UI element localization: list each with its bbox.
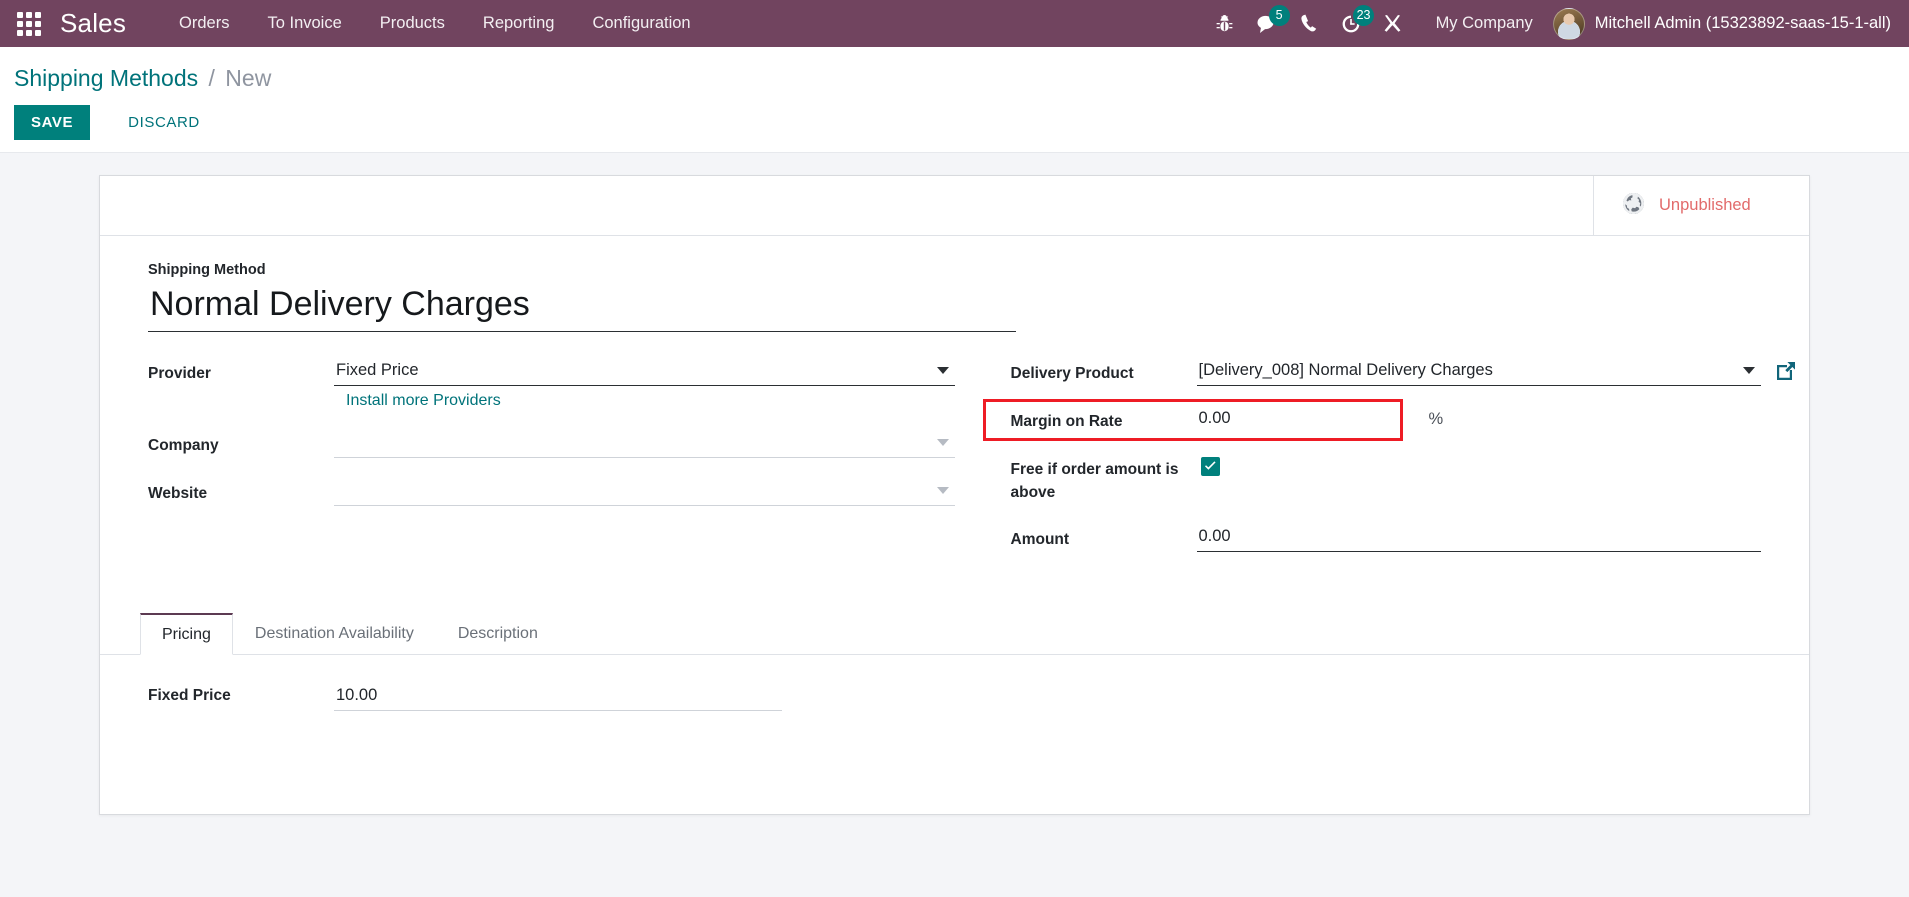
provider-label: Provider [148, 365, 211, 382]
menu-products[interactable]: Products [361, 0, 464, 47]
avatar [1552, 7, 1585, 40]
amount-input[interactable] [1196, 524, 1761, 552]
bug-icon[interactable] [1204, 0, 1246, 47]
fixed-price-value [334, 683, 782, 711]
form-columns: Provider Install more Providers Company [148, 358, 1795, 572]
field-company: Company [148, 430, 955, 458]
globe-icon [1622, 192, 1645, 220]
user-menu[interactable]: Mitchell Admin (15323892-saas-15-1-all) [1552, 7, 1899, 40]
free-if-above-label: Free if order amount is above [1010, 461, 1179, 501]
field-website: Website [148, 478, 955, 506]
margin-on-rate-label: Margin on Rate [1010, 413, 1123, 430]
chevron-down-icon[interactable] [936, 367, 949, 374]
title-block: Shipping Method [148, 262, 1761, 332]
shipping-method-label: Shipping Method [148, 262, 266, 278]
menu-configuration[interactable]: Configuration [573, 0, 709, 47]
chevron-down-icon[interactable] [936, 439, 949, 446]
menu-to-invoice[interactable]: To Invoice [248, 0, 360, 47]
apps-grid-icon[interactable] [12, 7, 46, 41]
free-if-above-value [1200, 454, 1762, 477]
fixed-price-label: Fixed Price [148, 687, 231, 704]
amount-label: Amount [1010, 531, 1070, 548]
company-switcher[interactable]: My Company [1414, 14, 1553, 33]
tab-description[interactable]: Description [436, 613, 560, 655]
publish-status-label: Unpublished [1659, 196, 1751, 214]
menu-orders[interactable]: Orders [160, 0, 248, 47]
chevron-down-icon[interactable] [1743, 367, 1755, 374]
fixed-price-input[interactable] [334, 683, 782, 711]
breadcrumb-current: New [225, 65, 272, 91]
amount-value [1196, 524, 1761, 552]
website-value [334, 478, 955, 506]
shipping-method-name-input[interactable] [148, 282, 1016, 332]
company-select-input[interactable] [334, 430, 955, 458]
top-navbar: Sales Orders To Invoice Products Reporti… [0, 0, 1909, 47]
messages-icon[interactable]: 5 [1246, 0, 1290, 47]
field-amount: Amount [1010, 524, 1761, 552]
discard-button[interactable]: DISCARD [110, 105, 218, 140]
field-provider: Provider Install more Providers [148, 358, 955, 410]
menu-reporting[interactable]: Reporting [464, 0, 574, 47]
form-column-right: Delivery Product [Delivery_008] Normal D… [955, 358, 1795, 572]
form-sheet: Unpublished Shipping Method Provider [99, 175, 1810, 815]
provider-value: Install more Providers [334, 358, 955, 410]
systray: 5 23 [1204, 0, 1414, 47]
margin-on-rate-value: % [1196, 406, 1762, 434]
app-brand-sales[interactable]: Sales [60, 8, 126, 39]
company-label: Company [148, 437, 219, 454]
margin-on-rate-input[interactable] [1196, 406, 1429, 434]
field-fixed-price: Fixed Price [148, 683, 1761, 711]
breadcrumb-shipping-methods[interactable]: Shipping Methods [14, 65, 198, 91]
free-if-above-checkbox[interactable] [1200, 457, 1220, 476]
website-select-input[interactable] [334, 478, 955, 506]
website-label: Website [148, 485, 208, 502]
form-view-area: Unpublished Shipping Method Provider [0, 153, 1909, 897]
tab-destination-availability[interactable]: Destination Availability [233, 613, 436, 655]
delivery-product-label: Delivery Product [1010, 365, 1134, 382]
save-button[interactable]: SAVE [14, 105, 91, 140]
percent-suffix: % [1428, 410, 1444, 428]
tools-icon[interactable] [1372, 0, 1414, 47]
sheet-body: Shipping Method Provider Install more Pr… [100, 236, 1809, 572]
delivery-product-value [1196, 358, 1795, 386]
tab-pricing[interactable]: Pricing [140, 613, 233, 655]
breadcrumb-separator: / [208, 65, 215, 91]
control-panel: Shipping Methods / New SAVE DISCARD [0, 47, 1909, 153]
tab-pane-pricing: Fixed Price [100, 655, 1809, 771]
activities-clock-icon[interactable]: 23 [1330, 0, 1375, 47]
external-link-icon[interactable] [1775, 360, 1797, 387]
delivery-product-input[interactable] [1196, 358, 1761, 386]
website-publish-toggle[interactable]: Unpublished [1593, 176, 1809, 235]
breadcrumb: Shipping Methods / New [0, 64, 1909, 93]
chevron-down-icon[interactable] [936, 487, 949, 494]
notebook: Pricing Destination Availability Descrip… [100, 612, 1809, 771]
field-free-if-order-amount-above: Free if order amount is above [1011, 454, 1762, 504]
record-action-buttons: SAVE DISCARD [0, 93, 1909, 152]
provider-select-input[interactable] [334, 358, 955, 386]
install-more-providers-link[interactable]: Install more Providers [334, 386, 501, 410]
messages-badge: 5 [1268, 5, 1290, 26]
phone-icon[interactable] [1288, 0, 1330, 47]
company-value [334, 430, 955, 458]
user-name-label: Mitchell Admin (15323892-saas-15-1-all) [1594, 14, 1891, 32]
field-margin-on-rate: Margin on Rate % [982, 399, 1762, 441]
form-column-left: Provider Install more Providers Company [148, 358, 955, 572]
sheet-statusbar: Unpublished [100, 176, 1809, 236]
field-delivery-product: Delivery Product [1010, 358, 1795, 386]
notebook-tabs: Pricing Destination Availability Descrip… [100, 612, 1809, 655]
check-icon [1204, 461, 1217, 472]
